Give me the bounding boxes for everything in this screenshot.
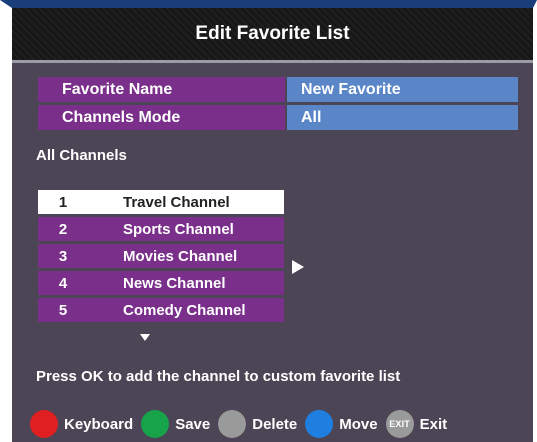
channel-name: News Channel [123, 274, 226, 292]
channels-mode-label: Channels Mode [38, 105, 285, 130]
delete-button[interactable]: Delete [218, 410, 297, 438]
channel-name: Movies Channel [123, 247, 238, 265]
channel-row-2[interactable]: 2 Sports Channel [38, 217, 284, 241]
add-arrow-icon[interactable] [292, 260, 304, 274]
gray-button-icon [218, 410, 247, 438]
scroll-down-arrow-icon[interactable] [140, 334, 150, 341]
channel-row-4[interactable]: 4 News Channel [38, 271, 284, 295]
green-button-icon [141, 410, 170, 438]
channel-name: Comedy Channel [123, 301, 246, 319]
move-button[interactable]: Move [305, 410, 378, 438]
page-title: Edit Favorite List [195, 23, 350, 44]
save-label: Save [175, 415, 211, 433]
channel-number: 1 [58, 193, 68, 211]
button-legend: Keyboard Save Delete Move EXIT Exit [30, 409, 447, 439]
red-button-icon [30, 410, 58, 438]
exit-label: Exit [419, 415, 448, 433]
channel-number: 3 [58, 247, 68, 265]
channel-row-1[interactable]: 1 Travel Channel [38, 190, 284, 214]
favorite-name-field[interactable]: New Favorite [287, 77, 518, 102]
delete-label: Delete [252, 415, 298, 433]
blue-button-icon [305, 410, 334, 438]
title-bar: Edit Favorite List [12, 8, 533, 63]
hint-text: Press OK to add the channel to custom fa… [36, 368, 401, 385]
channel-name: Sports Channel [123, 220, 234, 238]
channel-row-3[interactable]: 3 Movies Channel [38, 244, 284, 268]
channel-row-5[interactable]: 5 Comedy Channel [38, 298, 284, 322]
channel-number: 4 [58, 274, 68, 292]
tv-menu-screen: Edit Favorite List Favorite Name New Fav… [0, 0, 537, 442]
exit-button[interactable]: EXIT Exit [385, 410, 448, 438]
exit-icon: EXIT [385, 410, 414, 438]
all-channels-heading: All Channels [36, 147, 127, 164]
channel-number: 2 [58, 220, 68, 238]
keyboard-button[interactable]: Keyboard [30, 410, 133, 438]
channel-name: Travel Channel [123, 193, 230, 211]
channel-number: 5 [58, 301, 68, 319]
move-label: Move [339, 415, 378, 433]
save-button[interactable]: Save [141, 410, 210, 438]
keyboard-label: Keyboard [64, 415, 134, 433]
favorite-name-label: Favorite Name [38, 77, 285, 102]
channels-mode-selector[interactable]: All [287, 105, 518, 130]
